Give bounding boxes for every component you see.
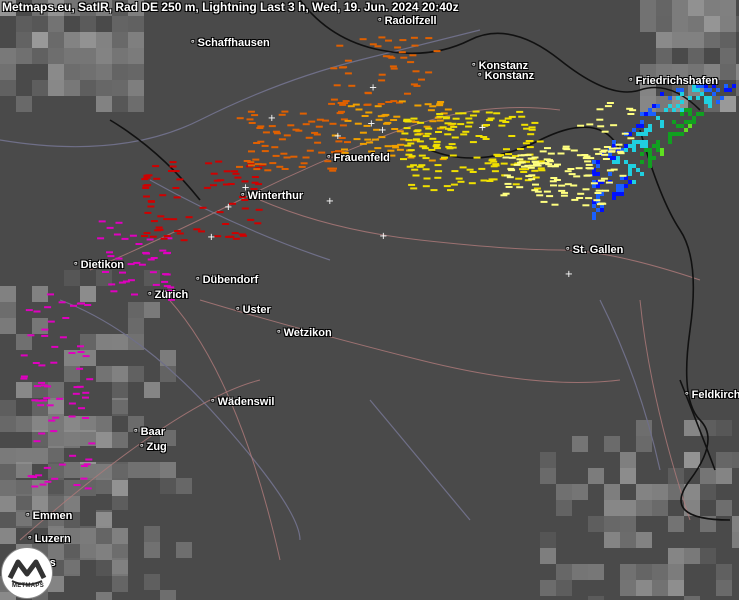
city-label: ° St. Gallen [566, 244, 623, 256]
logo-text: METMAPS [11, 583, 45, 589]
city-label: ° Konstanz [478, 70, 534, 82]
city-label: ° Zug [140, 441, 167, 453]
city-dot-icon: ° [74, 260, 78, 270]
city-name: Schaffhausen [197, 37, 270, 49]
city-name: Dübendorf [202, 274, 259, 286]
city-dot-icon: ° [191, 38, 195, 48]
city-label: ° Wädenswil [211, 396, 274, 408]
city-label: ° Uster [236, 304, 271, 316]
map-view[interactable]: + + + + + + + + + + + + Metmaps.eu, SatIR, Rad DE 2… [0, 0, 739, 600]
city-dot-icon: ° [478, 71, 482, 81]
city-dot-icon: ° [566, 245, 570, 255]
city-dot-icon: ° [236, 305, 240, 315]
city-dot-icon: ° [134, 427, 138, 437]
map-title: Metmaps.eu, SatIR, Rad DE 250 m, Lightni… [2, 0, 459, 14]
city-name: St. Gallen [572, 244, 624, 256]
svg-text:+: + [478, 123, 486, 134]
svg-text:+: + [379, 231, 387, 242]
city-dot-icon: ° [28, 534, 32, 544]
city-name: Zürich [154, 289, 189, 301]
city-label: ° Dietikon [74, 259, 124, 271]
city-name: Konstanz [484, 70, 535, 82]
city-dot-icon: ° [140, 442, 144, 452]
city-label: ° Feldkirch [685, 389, 739, 401]
city-name: Friedrichshafen [635, 75, 719, 87]
city-name: Wetzikon [283, 327, 332, 339]
svg-text:+: + [367, 118, 375, 129]
city-name: Radolfzell [384, 15, 437, 27]
svg-text:+: + [334, 131, 342, 142]
city-label: ° Wetzikon [277, 327, 332, 339]
city-dot-icon: ° [629, 76, 633, 86]
city-dot-icon: ° [277, 328, 281, 338]
metmaps-logo-icon [7, 559, 47, 586]
city-dot-icon: ° [378, 16, 382, 26]
city-name: Wädenswil [217, 396, 275, 408]
city-label: ° Frauenfeld [327, 152, 390, 164]
city-name: Baar [140, 426, 166, 438]
svg-text:+: + [378, 125, 386, 136]
city-dot-icon: ° [685, 390, 689, 400]
svg-text:+: + [224, 202, 232, 213]
city-name: Uster [242, 304, 271, 316]
city-dot-icon: ° [148, 290, 152, 300]
city-name: Winterthur [247, 190, 304, 202]
city-name: Luzern [34, 533, 71, 545]
city-name: Zug [146, 441, 167, 453]
city-label: ° Luzern [28, 533, 71, 545]
svg-text:+: + [268, 113, 276, 124]
city-name: Feldkirch [691, 389, 739, 401]
city-label: ° Zürich [148, 289, 188, 301]
city-name: Emmen [32, 510, 73, 522]
city-dot-icon: ° [211, 397, 215, 407]
svg-text:+: + [565, 269, 573, 280]
city-dot-icon: ° [327, 153, 331, 163]
city-label: ° Winterthur [241, 190, 303, 202]
city-dot-icon: ° [472, 61, 476, 71]
city-dot-icon: ° [196, 275, 200, 285]
city-name: Dietikon [80, 259, 125, 271]
svg-text:+: + [326, 196, 334, 207]
city-name: Frauenfeld [333, 152, 390, 164]
city-dot-icon: ° [26, 511, 30, 521]
city-label: ° Schaffhausen [191, 37, 270, 49]
city-label: ° Baar [134, 426, 165, 438]
map-canvas[interactable]: ++++++++++++ [0, 0, 739, 600]
city-label: ° Emmen [26, 510, 72, 522]
city-label: ° Dübendorf [196, 274, 258, 286]
metmaps-logo[interactable]: METMAPS [1, 547, 53, 599]
svg-text:+: + [369, 83, 377, 94]
city-label: ° Friedrichshafen [629, 75, 718, 87]
svg-text:+: + [207, 232, 215, 243]
city-dot-icon: ° [241, 191, 245, 201]
city-label: ° Radolfzell [378, 15, 437, 27]
